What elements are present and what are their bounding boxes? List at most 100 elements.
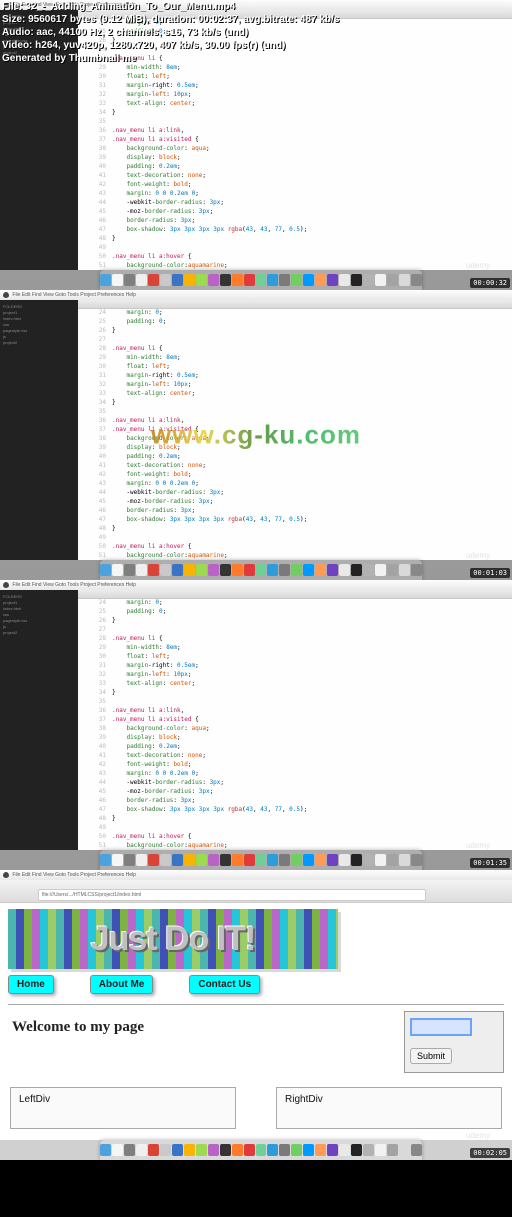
dock-app-icon[interactable] <box>279 274 290 286</box>
dock-app-icon[interactable] <box>148 564 159 576</box>
dock-app-icon[interactable] <box>267 564 278 576</box>
dock-app-icon[interactable] <box>172 1144 183 1156</box>
code-line[interactable]: 26} <box>78 326 512 335</box>
dock-app-icon[interactable] <box>315 1144 326 1156</box>
dock-app-icon[interactable] <box>351 274 362 286</box>
code-line[interactable]: 39 display: block; <box>78 153 512 162</box>
dock-app-icon[interactable] <box>351 1144 362 1156</box>
osx-dock[interactable] <box>100 270 422 290</box>
dock-app-icon[interactable] <box>124 274 135 286</box>
code-line[interactable]: 34} <box>78 688 512 697</box>
dock-app-icon[interactable] <box>232 1144 243 1156</box>
code-line[interactable]: 36.nav_menu li a:link, <box>78 706 512 715</box>
dock-app-icon[interactable] <box>411 274 422 286</box>
code-line[interactable]: 35 <box>78 407 512 416</box>
dock-app-icon[interactable] <box>124 854 135 866</box>
dock-app-icon[interactable] <box>244 854 255 866</box>
code-line[interactable]: 40 padding: 0.2em; <box>78 162 512 171</box>
code-line[interactable]: 43 margin: 0 0 0.2em 0; <box>78 189 512 198</box>
dock-app-icon[interactable] <box>339 564 350 576</box>
code-line[interactable]: 35 <box>78 117 512 126</box>
dock-app-icon[interactable] <box>375 274 386 286</box>
code-line[interactable]: 43 margin: 0 0 0.2em 0; <box>78 479 512 488</box>
code-line[interactable]: 36.nav_menu li a:link, <box>78 126 512 135</box>
dock-app-icon[interactable] <box>375 564 386 576</box>
code-line[interactable]: 51 background-color:aquamarine; <box>78 261 512 270</box>
dock-app-icon[interactable] <box>387 1144 398 1156</box>
code-line[interactable]: 45 -moz-border-radius: 3px; <box>78 207 512 216</box>
dock-app-icon[interactable] <box>303 1144 314 1156</box>
code-line[interactable]: 46 border-radius: 3px; <box>78 216 512 225</box>
dock-app-icon[interactable] <box>339 274 350 286</box>
dock-app-icon[interactable] <box>411 1144 422 1156</box>
dock-app-icon[interactable] <box>172 564 183 576</box>
nav-home-button[interactable]: Home <box>8 975 54 994</box>
code-line[interactable]: 34} <box>78 398 512 407</box>
dock-app-icon[interactable] <box>279 1144 290 1156</box>
dock-app-icon[interactable] <box>184 274 195 286</box>
code-line[interactable]: 24 margin: 0; <box>78 598 512 607</box>
dock-app-icon[interactable] <box>172 274 183 286</box>
code-line[interactable]: 46 border-radius: 3px; <box>78 506 512 515</box>
code-editor-pane[interactable]: 24 margin: 0;25 padding: 0;26}2728.nav_m… <box>78 598 512 850</box>
editor-sidebar[interactable]: FOLDERS project1 index.html css pagestyl… <box>0 590 78 850</box>
dock-app-icon[interactable] <box>160 1144 171 1156</box>
code-line[interactable]: 32 margin-left: 10px; <box>78 670 512 679</box>
dock-app-icon[interactable] <box>256 564 267 576</box>
dock-app-icon[interactable] <box>387 564 398 576</box>
dock-app-icon[interactable] <box>375 1144 386 1156</box>
dock-app-icon[interactable] <box>303 564 314 576</box>
dock-app-icon[interactable] <box>291 854 302 866</box>
dock-app-icon[interactable] <box>315 564 326 576</box>
focused-text-input[interactable] <box>410 1018 472 1036</box>
dock-app-icon[interactable] <box>220 564 231 576</box>
dock-app-icon[interactable] <box>399 1144 410 1156</box>
code-line[interactable]: 50.nav_menu li a:hover { <box>78 542 512 551</box>
dock-app-icon[interactable] <box>244 564 255 576</box>
dock-app-icon[interactable] <box>351 854 362 866</box>
dock-app-icon[interactable] <box>399 854 410 866</box>
dock-app-icon[interactable] <box>399 274 410 286</box>
dock-app-icon[interactable] <box>399 564 410 576</box>
dock-app-icon[interactable] <box>232 564 243 576</box>
tree-line[interactable]: project2 <box>3 630 75 636</box>
code-line[interactable]: 28.nav_menu li { <box>78 344 512 353</box>
code-line[interactable]: 33 text-align: center; <box>78 679 512 688</box>
dock-app-icon[interactable] <box>387 274 398 286</box>
dock-app-icon[interactable] <box>148 274 159 286</box>
code-line[interactable]: 32 margin-left: 10px; <box>78 380 512 389</box>
dock-app-icon[interactable] <box>136 274 147 286</box>
dock-app-icon[interactable] <box>124 1144 135 1156</box>
dock-app-icon[interactable] <box>184 854 195 866</box>
dock-app-icon[interactable] <box>100 564 111 576</box>
code-line[interactable]: 42 font-weight: bold; <box>78 180 512 189</box>
code-line[interactable]: 37.nav_menu li a:visited { <box>78 715 512 724</box>
code-line[interactable]: 39 display: block; <box>78 443 512 452</box>
dock-app-icon[interactable] <box>363 854 374 866</box>
code-line[interactable]: 40 padding: 0.2em; <box>78 742 512 751</box>
dock-app-icon[interactable] <box>351 564 362 576</box>
dock-app-icon[interactable] <box>196 564 207 576</box>
code-line[interactable]: 35 <box>78 697 512 706</box>
code-line[interactable]: 27 <box>78 625 512 634</box>
code-line[interactable]: 25 padding: 0; <box>78 317 512 326</box>
code-line[interactable]: 48} <box>78 814 512 823</box>
dock-app-icon[interactable] <box>196 854 207 866</box>
code-line[interactable]: 44 -webkit-border-radius: 3px; <box>78 778 512 787</box>
code-line[interactable]: 51 background-color:aquamarine; <box>78 551 512 560</box>
osx-dock[interactable] <box>100 1140 422 1160</box>
dock-app-icon[interactable] <box>100 854 111 866</box>
dock-app-icon[interactable] <box>244 274 255 286</box>
code-line[interactable]: 38 background-color: aqua; <box>78 144 512 153</box>
code-line[interactable]: 47 box-shadow: 3px 3px 3px 3px rgba(43, … <box>78 225 512 234</box>
code-line[interactable]: 48} <box>78 234 512 243</box>
dock-app-icon[interactable] <box>232 274 243 286</box>
dock-app-icon[interactable] <box>303 854 314 866</box>
dock-app-icon[interactable] <box>148 1144 159 1156</box>
dock-app-icon[interactable] <box>160 564 171 576</box>
osx-dock[interactable] <box>100 560 422 580</box>
code-line[interactable]: 24 margin: 0; <box>78 308 512 317</box>
submit-button[interactable]: Submit <box>410 1048 452 1064</box>
dock-app-icon[interactable] <box>363 564 374 576</box>
code-line[interactable]: 31 margin-right: 0.5em; <box>78 81 512 90</box>
